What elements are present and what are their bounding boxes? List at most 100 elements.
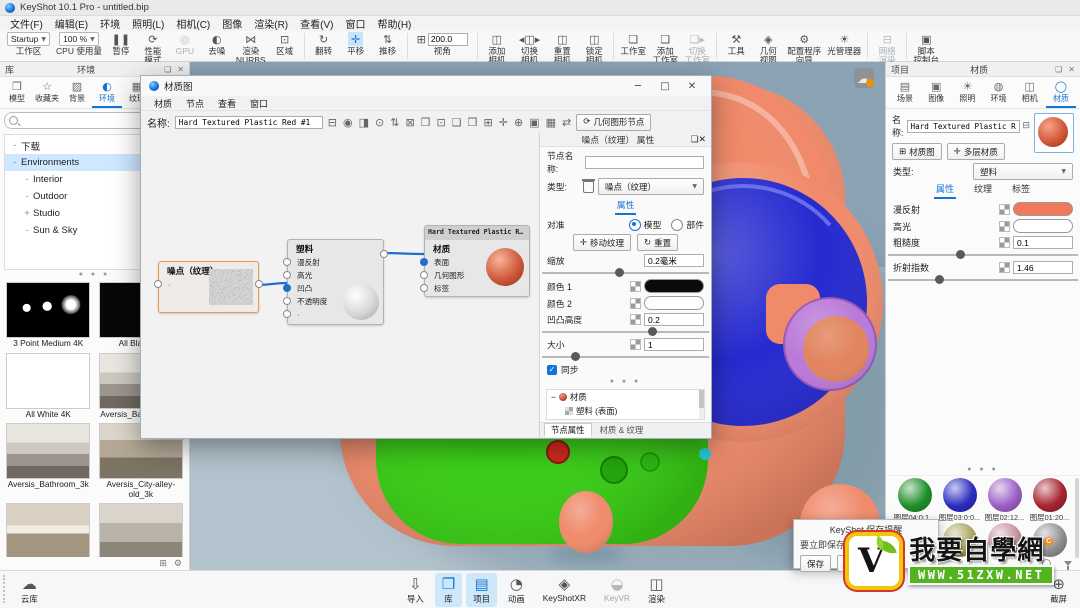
splitter-handle[interactable]: ● ● ● [886, 465, 1080, 475]
script-console-button[interactable]: ▣ 脚本 控制台 [913, 32, 940, 66]
port-dot[interactable] [420, 258, 428, 266]
cpu-usage-select[interactable]: 100 % ▼ CPU 使用量 [56, 32, 102, 56]
environment-item[interactable]: All White 4K [4, 352, 93, 422]
grid-icon[interactable]: ▦ [546, 116, 556, 129]
menu-item-4[interactable]: 相机(C) [170, 15, 216, 32]
align-option-模型[interactable]: 模型 [628, 218, 661, 231]
history-icon[interactable]: ⊙ [375, 116, 384, 129]
undock-icon[interactable]: ❏ [164, 65, 171, 74]
material-item[interactable]: 图层04:0:1... [892, 478, 937, 523]
environment-item[interactable]: Aversis_Clothing-store_3k [4, 503, 93, 557]
pause-button[interactable]: ❚❚ 暂停 [108, 32, 134, 56]
geometry-view-button[interactable]: ◈ 几何 视图 [755, 32, 781, 66]
material-prop-input-粗糙度[interactable] [1013, 236, 1073, 249]
texture-map-icon[interactable] [999, 237, 1010, 248]
reset-button[interactable]: ↻ 重置 [637, 234, 679, 251]
green-knob-large[interactable] [600, 456, 628, 484]
node-prop-input-大小[interactable] [644, 338, 704, 351]
project-tab-材质[interactable]: ◯ 材质 [1045, 79, 1076, 108]
delete-node-icon[interactable] [582, 178, 595, 193]
tab-properties[interactable]: 属性 [614, 198, 637, 215]
environment-item[interactable]: Aversis_Industrial-kitchen_3k [97, 503, 186, 557]
save-icon[interactable]: ⊟ [328, 116, 337, 129]
fov-field-input[interactable] [427, 32, 468, 46]
route-icon[interactable]: ⇄ [562, 116, 571, 129]
ribbon-import-icon[interactable]: ⇩ 导入 [400, 573, 431, 607]
project-tab-场景[interactable]: ▤ 场景 [890, 79, 920, 108]
input-port-高光[interactable]: 高光 [283, 269, 383, 282]
dolly-button[interactable]: ⇅ 推移 [375, 32, 401, 56]
texture-map-icon[interactable] [630, 280, 641, 292]
texture-map-icon[interactable] [630, 339, 641, 350]
cyan-knob[interactable] [699, 448, 711, 460]
close-icon[interactable]: ✕ [699, 135, 706, 145]
texture-map-icon[interactable] [630, 314, 641, 325]
close-icon[interactable]: ✕ [177, 65, 184, 74]
bottom-tab-节点属性[interactable]: 节点属性 [544, 423, 592, 437]
port-dot[interactable] [283, 297, 291, 305]
ribbon-keyshotxr-icon[interactable]: ◈ KeyShotXR [536, 573, 593, 605]
studio-button[interactable]: ❏ 工作室 [620, 32, 647, 56]
color-swatch[interactable] [1013, 219, 1073, 233]
denoise-button[interactable]: ◐ 去噪 [204, 32, 230, 56]
menu-item-6[interactable]: 渲染(R) [248, 15, 294, 32]
project-tab-照明[interactable]: ☀ 照明 [952, 79, 982, 108]
material-preview[interactable] [1034, 113, 1075, 153]
material-item[interactable]: 图层03:0:0... [937, 478, 982, 523]
port-dot[interactable] [283, 271, 291, 279]
material-graph-titlebar[interactable]: 材质图 ─ □ ✕ [141, 76, 711, 96]
library-tab-环境[interactable]: ◐ 环境 [92, 79, 122, 108]
tumble-button[interactable]: ↻ 翻转 [311, 32, 337, 56]
library-tab-收藏夹[interactable]: ☆ 收藏夹 [32, 79, 62, 108]
split-view-icon[interactable]: ◨ [359, 116, 369, 129]
close-icon[interactable]: ✕ [1068, 65, 1075, 74]
output-port[interactable] [255, 280, 263, 288]
preview-icon[interactable]: ◉ [343, 116, 353, 129]
menu-item-3[interactable]: 照明(L) [126, 15, 170, 32]
project-tab-环境[interactable]: ◍ 环境 [984, 79, 1014, 108]
port-dot[interactable] [283, 310, 291, 318]
noise-texture-node[interactable]: 噪点（纹理） · [154, 261, 263, 313]
minimize-icon[interactable]: ─ [627, 81, 649, 92]
slider-缩放[interactable] [542, 268, 709, 277]
undock-icon[interactable]: ❏ [1055, 65, 1062, 74]
menu-item-0[interactable]: 文件(F) [4, 15, 49, 32]
maximize-icon[interactable]: □ [654, 81, 676, 92]
performance-mode-button[interactable]: ⟳ 性能 模式 [140, 32, 166, 66]
port-dot[interactable] [283, 284, 291, 292]
plastic-node[interactable]: 塑料 漫反射 高光 凹凸 不透明度 · [283, 239, 388, 325]
environment-item[interactable]: 3 Point Medium 4K [4, 282, 93, 351]
port-dot[interactable] [420, 284, 428, 292]
add-studio-button[interactable]: ❏ 添加 工作室 [652, 32, 679, 66]
color-swatch[interactable] [644, 296, 704, 310]
material-item[interactable]: 图层01:20... [1027, 478, 1072, 523]
project-tab-相机[interactable]: ◫ 相机 [1015, 79, 1045, 108]
green-knob-small[interactable] [640, 452, 660, 472]
library-tab-模型[interactable]: ❒ 模型 [2, 79, 32, 108]
slider-凹凸高度[interactable] [542, 327, 709, 336]
geometry-node-button[interactable]: ⟳ 几何图形节点 [576, 113, 652, 131]
texture-map-icon[interactable] [999, 220, 1010, 232]
switch-camera-button[interactable]: ◂◫▸ 切换 相机 [516, 32, 543, 66]
workspace-select[interactable]: Startup ▼ 工作区 [7, 32, 51, 56]
texture-map-icon[interactable] [999, 262, 1010, 273]
add-camera-button[interactable]: ◫ 添加 相机 [484, 32, 510, 66]
sub-tab-纹理[interactable]: 纹理 [972, 182, 994, 199]
scrollbar[interactable] [699, 390, 704, 419]
fit-view-icon[interactable]: ▣ [529, 116, 539, 129]
material-name-input[interactable] [906, 119, 1020, 133]
center-icon[interactable]: ⊕ [514, 116, 523, 129]
region-button[interactable]: ⊡ 区域 [272, 32, 298, 56]
settings-gear-icon[interactable]: ⚙ [174, 559, 182, 569]
node-prop-input-凹凸高度[interactable] [644, 313, 704, 326]
move-texture-button[interactable]: ✛ 移动纹理 [572, 234, 631, 251]
material-prop-input-折射指数[interactable] [1013, 261, 1073, 274]
project-tab-图像[interactable]: ▣ 图像 [921, 79, 951, 108]
lock-icon[interactable]: ⊠ [405, 116, 414, 129]
tree-item-噪点 (纹理) (凹凸)[interactable]: 噪点 (纹理) (凹凸) [547, 418, 704, 419]
input-port-漫反射[interactable]: 漫反射 [283, 256, 383, 269]
fov-field[interactable]: ⊞ 视角 [414, 32, 471, 56]
menu-item-2[interactable]: 环境 [94, 15, 126, 32]
slider-粗糙度[interactable] [888, 250, 1078, 259]
graph-menu-2[interactable]: 查看 [211, 97, 243, 110]
